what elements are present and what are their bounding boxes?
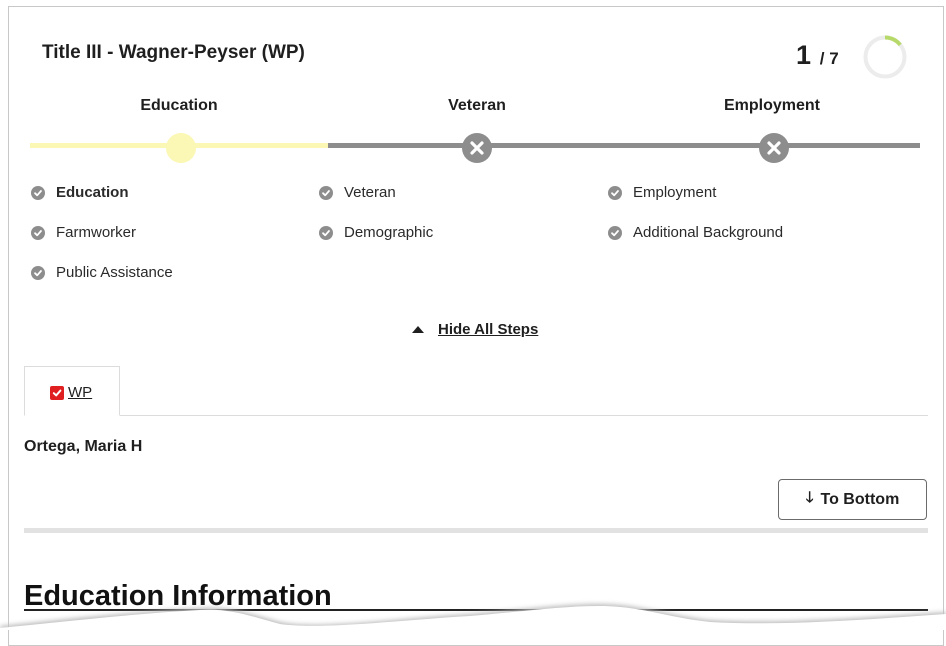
- substep-label: Demographic: [344, 224, 434, 241]
- substep-label: Additional Background: [633, 224, 784, 241]
- step-label-education[interactable]: Education: [79, 97, 279, 115]
- substep-label: Veteran: [344, 184, 396, 201]
- step-node-employment[interactable]: [759, 133, 789, 163]
- substep-label: Farmworker: [56, 224, 137, 241]
- step-label-veteran[interactable]: Veteran: [377, 97, 577, 115]
- step-node-veteran[interactable]: [462, 133, 492, 163]
- substep-education[interactable]: Education: [31, 184, 129, 201]
- substep-label: Education: [56, 184, 129, 201]
- substep-label: Employment: [633, 184, 717, 201]
- participant-name: Ortega, Maria H: [24, 438, 143, 455]
- step-label-employment[interactable]: Employment: [672, 97, 872, 115]
- check-circle-icon: [31, 265, 45, 280]
- to-bottom-button[interactable]: 🡓 To Bottom: [778, 479, 927, 520]
- progress-ring-icon: [863, 35, 907, 79]
- progress-track-remaining: [328, 143, 920, 148]
- hide-all-steps-link[interactable]: Hide All Steps: [412, 321, 538, 338]
- tab-bar: [24, 415, 928, 416]
- page-title: Title III - Wagner-Peyser (WP): [42, 42, 305, 63]
- current-step-number: 1: [796, 40, 812, 70]
- substep-additional-background[interactable]: Additional Background: [608, 224, 783, 241]
- caret-up-icon: [412, 326, 424, 333]
- check-circle-icon: [608, 185, 622, 200]
- section-divider: [24, 528, 928, 533]
- substep-label: Public Assistance: [56, 264, 173, 281]
- close-icon: [470, 141, 484, 155]
- substep-demographic[interactable]: Demographic: [319, 224, 433, 241]
- close-icon: [767, 141, 781, 155]
- checkbox-checked-icon: [50, 386, 64, 400]
- arrow-down-icon: 🡓: [805, 489, 814, 506]
- check-circle-icon: [319, 225, 333, 240]
- check-circle-icon: [31, 185, 45, 200]
- hide-all-steps-label: Hide All Steps: [438, 321, 539, 338]
- check-circle-icon: [608, 225, 622, 240]
- to-bottom-label: To Bottom: [820, 490, 900, 508]
- total-steps-number: 7: [829, 49, 839, 68]
- step-total: / 7: [815, 49, 839, 68]
- substep-employment[interactable]: Employment: [608, 184, 716, 201]
- step-counter: 1 / 7: [796, 40, 839, 71]
- substep-public-assistance[interactable]: Public Assistance: [31, 264, 173, 281]
- check-circle-icon: [319, 185, 333, 200]
- torn-edge-decoration: [0, 604, 946, 630]
- tab-label: WP: [68, 384, 93, 401]
- tab-wp[interactable]: WP: [24, 366, 120, 416]
- substep-veteran[interactable]: Veteran: [319, 184, 396, 201]
- step-node-education[interactable]: [166, 133, 196, 163]
- check-circle-icon: [31, 225, 45, 240]
- substep-farmworker[interactable]: Farmworker: [31, 224, 136, 241]
